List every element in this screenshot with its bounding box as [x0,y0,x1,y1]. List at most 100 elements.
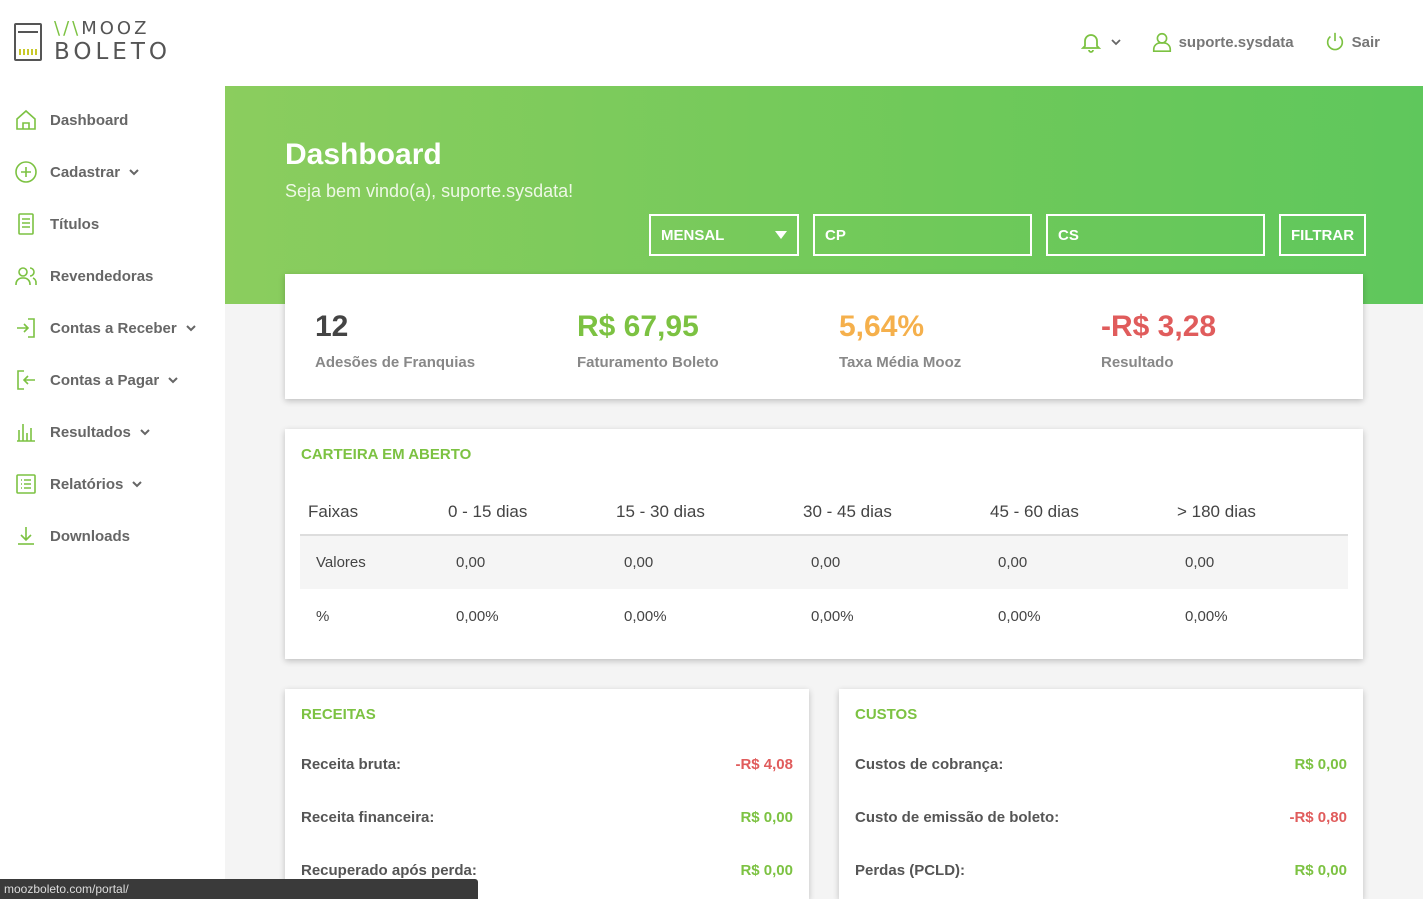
table-cell: 0,00% [1185,607,1228,625]
table-header: 45 - 60 dias [990,489,1177,536]
carteira-table: Faixas 0 - 15 dias 15 - 30 dias 30 - 45 … [300,489,1348,643]
power-icon [1326,32,1343,51]
receitas-title: RECEITAS [301,706,376,723]
stat-label: Faturamento Boleto [577,354,719,371]
sign-out-icon [17,370,35,390]
chevron-down-icon [132,481,143,488]
sidebar-item-label: Revendedoras [50,267,154,285]
sidebar-item-relatorios[interactable]: Relatórios [0,458,225,510]
stat-label: Adesões de Franquias [315,354,476,371]
custo-row: Custo de emissão de boleto: -R$ 0,80 [855,809,1347,826]
cp-input[interactable]: CP [813,214,1032,256]
chevron-down-icon [186,325,196,332]
chevron-down-icon [1110,38,1121,45]
table-header: Faixas [300,489,448,536]
table-header: 0 - 15 dias [448,489,616,536]
logout-button[interactable]: Sair [1324,31,1380,53]
cs-input[interactable]: CS [1046,214,1265,256]
stat-resultado: -R$ 3,28 Resultado [1101,274,1363,399]
table-cell: 0,00% [456,607,499,625]
row-label: Custo de emissão de boleto: [855,809,1060,826]
row-label: Receita bruta: [301,756,402,773]
bar-chart-icon [17,424,35,442]
sidebar-item-contas-a-pagar[interactable]: Contas a Pagar [0,354,225,406]
period-select[interactable]: MENSAL [649,214,799,256]
brand-top: \/\MOOZ [54,18,150,39]
table-cell: % [316,607,330,625]
row-label: Receita financeira: [301,809,435,826]
table-row: Valores 0,00 0,00 0,00 0,00 0,00 [300,535,1348,589]
home-icon [16,109,36,130]
list-icon [16,474,36,494]
table-header: 15 - 30 dias [616,489,803,536]
row-value: R$ 0,00 [1294,862,1347,879]
receita-row: Receita bruta: -R$ 4,08 [301,756,793,773]
stat-adesoes: 12 Adesões de Franquias [315,274,577,399]
stat-label: Taxa Média Mooz [839,354,962,371]
custos-title: CUSTOS [855,706,918,723]
plus-circle-icon [15,161,37,183]
sidebar-item-cadastrar[interactable]: Cadastrar [0,146,225,198]
sidebar-item-resultados[interactable]: Resultados [0,406,225,458]
table-cell: 0,00 [803,535,990,589]
table-cell: Valores [300,535,448,589]
stat-value: -R$ 3,28 [1101,310,1217,343]
stat-value: 5,64% [839,310,925,343]
chevron-down-icon [129,169,139,176]
sidebar-item-label: Contas a Pagar [50,371,160,389]
username: suporte.sysdata [1178,33,1294,51]
stat-faturamento: R$ 67,95 Faturamento Boleto [577,274,839,399]
sidebar-item-revendedoras[interactable]: Revendedoras [0,250,225,302]
stat-taxa: 5,64% Taxa Média Mooz [839,274,1101,399]
table-header-row: Faixas 0 - 15 dias 15 - 30 dias 30 - 45 … [300,489,1348,536]
brand-top-text: MOOZ [81,18,150,39]
stat-label: Resultado [1101,354,1174,371]
custo-row: Perdas (PCLD): R$ 0,00 [855,862,1347,879]
row-value: -R$ 0,80 [1289,809,1347,826]
table-cell: 0,00 [448,535,616,589]
brand-logo[interactable]: \/\MOOZ BOLETO [14,20,171,64]
user-icon [1152,32,1171,52]
receita-row: Recuperado após perda: R$ 0,00 [301,862,793,879]
sidebar-item-label: Contas a Receber [50,319,177,337]
custos-card: CUSTOS Custos de cobrança: R$ 0,00 Custo… [839,689,1363,899]
download-icon [18,527,34,545]
page-title: Dashboard [285,138,442,171]
table-cell: 0,00 [990,535,1177,589]
row-value: R$ 0,00 [740,862,793,879]
row-label: Custos de cobrança: [855,756,1004,773]
sidebar-item-label: Cadastrar [50,163,121,181]
stat-value: R$ 67,95 [577,310,699,343]
table-header: > 180 dias [1177,489,1348,536]
sign-in-icon [17,318,35,338]
welcome-message: Seja bem vindo(a), suporte.sysdata! [285,181,574,201]
sidebar-item-dashboard[interactable]: Dashboard [0,94,225,146]
receita-row: Receita financeira: R$ 0,00 [301,809,793,826]
notifications-button[interactable] [1079,30,1121,54]
chevron-down-icon [140,429,150,436]
sidebar-item-label: Downloads [50,527,131,545]
table-cell: 0,00% [811,607,854,625]
sidebar-item-label: Resultados [50,423,131,441]
top-header: \/\MOOZ BOLETO suporte.sysdata Sair [0,0,1423,86]
row-value: -R$ 4,08 [735,756,793,773]
filter-bar: MENSAL CP CS FILTRAR [649,214,1366,256]
sidebar-item-titulos[interactable]: Títulos [0,198,225,250]
sidebar-item-contas-a-receber[interactable]: Contas a Receber [0,302,225,354]
bell-icon [1080,34,1101,53]
chevron-down-icon [168,377,178,384]
browser-status-url: moozboleto.com/portal/ [0,879,478,899]
carteira-card: CARTEIRA EM ABERTO Faixas 0 - 15 dias 15… [285,429,1363,659]
dropdown-arrow-icon [775,231,787,239]
sidebar-item-label: Dashboard [50,111,129,129]
table-cell: 0,00% [624,607,667,625]
row-value: R$ 0,00 [1294,756,1347,773]
user-menu[interactable]: suporte.sysdata [1151,31,1294,53]
period-value: MENSAL [661,226,725,244]
row-value: R$ 0,00 [740,809,793,826]
row-label: Recuperado após perda: [301,862,477,879]
boleto-logo-icon [14,23,42,61]
document-icon [18,213,34,235]
filter-button[interactable]: FILTRAR [1279,214,1366,256]
sidebar-item-downloads[interactable]: Downloads [0,510,225,562]
